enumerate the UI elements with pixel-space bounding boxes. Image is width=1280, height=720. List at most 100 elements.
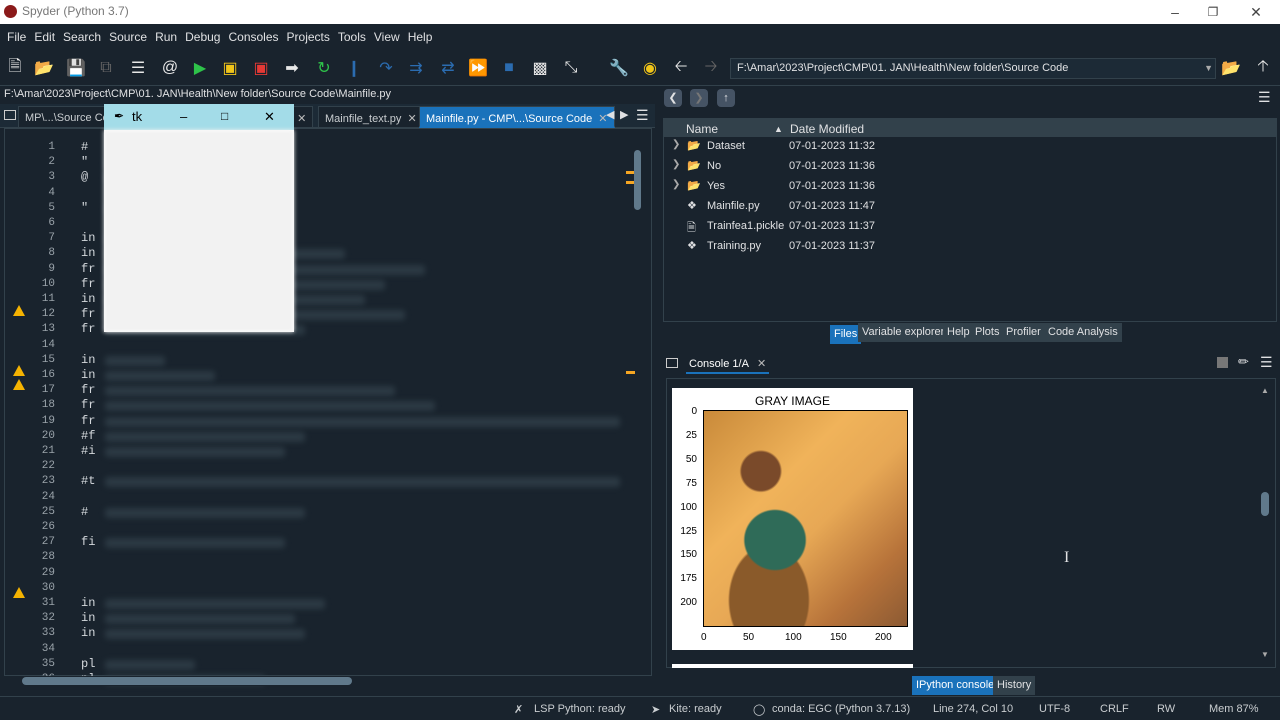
browse-folder-icon[interactable]: 📂 (1221, 58, 1241, 78)
tab-profiler[interactable]: Profiler (1002, 323, 1045, 342)
file-row[interactable]: ❯ 📂 No 07-01-2023 11:36 (664, 157, 1276, 177)
redacted-code (105, 538, 285, 549)
outline-icon[interactable]: ☰ (128, 58, 148, 78)
menu-run[interactable]: Run (151, 24, 181, 44)
lsp-status[interactable]: LSP Python: ready (534, 703, 626, 715)
scrollbar-thumb[interactable] (1261, 492, 1269, 516)
menu-file[interactable]: File (3, 24, 30, 44)
step-icon[interactable]: ↷ (376, 58, 396, 78)
tab-code-analysis[interactable]: Code Analysis (1044, 323, 1122, 342)
stop-icon[interactable]: ■ (499, 58, 519, 78)
new-file-icon[interactable]: 🗎 (5, 58, 25, 78)
step-return-icon[interactable]: ⇄ (438, 58, 458, 78)
code-editor[interactable]: 1 #2 " 3 @4 5 " 6 7 in 8 in 9 fr 10 fr 11 in 12 fr 13 fr 14 15 i… (4, 128, 652, 686)
fullscreen-icon[interactable]: ⤡ (561, 58, 581, 78)
maximize-pane-icon[interactable]: ▩ (530, 58, 550, 78)
editor-tab-1[interactable]: MP\...\Source Cod (18, 106, 108, 128)
editor-tab-3[interactable]: Mainfile_text.py ✕ (318, 106, 424, 128)
menu-projects[interactable]: Projects (283, 24, 334, 44)
console-options-icon[interactable]: ☰ (1260, 354, 1273, 371)
scroll-down-icon[interactable]: ▼ (1261, 650, 1269, 659)
tk-window[interactable]: ✒ tk – □ ✕ (104, 104, 294, 332)
column-date[interactable]: Date Modified (790, 122, 864, 136)
expand-chevron-icon[interactable]: ❯ (672, 139, 680, 150)
step-into-icon[interactable]: ⇉ (406, 58, 426, 78)
close-tab-icon[interactable]: ✕ (407, 113, 416, 125)
console-scrollbar[interactable]: ▲ ▼ (1260, 386, 1270, 660)
run-cell-icon[interactable]: ▣ (220, 58, 240, 78)
maximize-icon[interactable]: □ (221, 109, 228, 123)
close-tab-icon[interactable]: ✕ (757, 358, 766, 370)
menu-tools[interactable]: Tools (334, 24, 370, 44)
minimize-icon[interactable]: – (1165, 3, 1185, 21)
menu-source[interactable]: Source (105, 24, 151, 44)
file-row[interactable]: ❖ Training.py 07-01-2023 11:37 (664, 237, 1276, 257)
preferences-icon[interactable]: 🔧 (609, 58, 629, 78)
browse-tabs-icon[interactable] (4, 110, 16, 120)
expand-chevron-icon[interactable]: ❯ (672, 159, 680, 170)
console-tab[interactable]: Console 1/A ✕ (686, 353, 770, 374)
menu-consoles[interactable]: Consoles (224, 24, 282, 44)
save-icon[interactable]: 💾 (66, 58, 86, 78)
email-icon[interactable]: @ (160, 58, 180, 78)
menu-view[interactable]: View (370, 24, 404, 44)
scroll-up-icon[interactable]: ▲ (1261, 386, 1269, 395)
tab-ipython-console[interactable]: IPython console (912, 676, 999, 695)
editor-tab-4[interactable]: Mainfile.py - CMP\...\Source Code ✕ (419, 106, 615, 128)
close-tab-icon[interactable]: ✕ (297, 113, 306, 125)
scrollbar-thumb[interactable] (634, 150, 641, 210)
tk-title-bar[interactable]: ✒ tk – □ ✕ (104, 104, 294, 130)
scrollbar-thumb[interactable] (22, 677, 352, 685)
open-file-icon[interactable]: 📂 (34, 58, 54, 78)
tab-variable-explorer[interactable]: Variable explorer (858, 323, 949, 342)
close-icon[interactable]: ✕ (1246, 3, 1266, 21)
menu-search[interactable]: Search (59, 24, 105, 44)
forward-arrow-icon[interactable]: 🡢 (701, 58, 721, 78)
kite-status[interactable]: Kite: ready (669, 703, 722, 715)
menu-edit[interactable]: Edit (30, 24, 59, 44)
tab-files[interactable]: Files (830, 325, 862, 344)
menu-help[interactable]: Help (404, 24, 437, 44)
minimize-icon[interactable]: – (180, 109, 187, 124)
chevron-down-icon[interactable]: ▼ (1204, 63, 1213, 73)
restore-icon[interactable]: ❐ (1203, 3, 1223, 21)
browse-tabs-icon[interactable] (666, 358, 678, 368)
file-row[interactable]: 🗎 Trainfea1.pickle 07-01-2023 11:37 (664, 217, 1276, 237)
run-cell-advance-icon[interactable]: ▣ (251, 58, 271, 78)
back-icon[interactable]: ❮ (664, 89, 682, 107)
back-arrow-icon[interactable]: 🡠 (671, 58, 691, 78)
editor-options-icon[interactable]: ☰ (636, 107, 649, 124)
tab-left-icon[interactable]: ◀ (606, 108, 614, 121)
column-name[interactable]: Name (686, 122, 718, 136)
file-row[interactable]: ❯ 📂 Yes 07-01-2023 11:36 (664, 177, 1276, 197)
menu-debug[interactable]: Debug (181, 24, 224, 44)
close-icon[interactable]: ✕ (264, 109, 275, 125)
expand-chevron-icon[interactable]: ❯ (672, 179, 680, 190)
working-directory-combobox[interactable]: F:\Amar\2023\Project\CMP\01. JAN\Health\… (730, 58, 1216, 79)
line-number: 7 (48, 232, 55, 245)
file-row[interactable]: ❖ Mainfile.py 07-01-2023 11:47 (664, 197, 1276, 217)
pane-options-icon[interactable]: ☰ (1258, 89, 1271, 106)
editor-vertical-scrollbar[interactable] (632, 150, 642, 670)
continue-icon[interactable]: ⏩ (468, 58, 488, 78)
redacted-code (105, 447, 285, 457)
tab-right-icon[interactable]: ▶ (620, 108, 628, 121)
run-icon[interactable]: ▶ (190, 58, 210, 78)
up-icon[interactable]: ↑ (717, 89, 735, 107)
code-line: in (81, 352, 96, 367)
parent-directory-icon[interactable]: 🡡 (1253, 58, 1273, 78)
tab-plots[interactable]: Plots (971, 323, 1004, 342)
save-all-icon[interactable]: ⧉ (96, 58, 116, 78)
eraser-icon[interactable]: ✏ (1238, 354, 1249, 370)
tab-help[interactable]: Help (943, 323, 974, 342)
run-selection-icon[interactable]: ➡ (282, 58, 302, 78)
python-path-icon[interactable]: ◉ (640, 58, 660, 78)
rerun-icon[interactable]: ↻ (314, 58, 334, 78)
conda-status[interactable]: conda: EGC (Python 3.7.13) (772, 703, 910, 715)
forward-icon[interactable]: ❯ (690, 89, 708, 107)
file-row[interactable]: ❯ 📂 Dataset 07-01-2023 11:32 (664, 137, 1276, 157)
debug-icon[interactable]: ❙ (344, 58, 364, 78)
tab-history[interactable]: History (993, 676, 1036, 695)
editor-horizontal-scrollbar[interactable] (14, 676, 626, 686)
stop-kernel-icon[interactable] (1217, 357, 1228, 368)
